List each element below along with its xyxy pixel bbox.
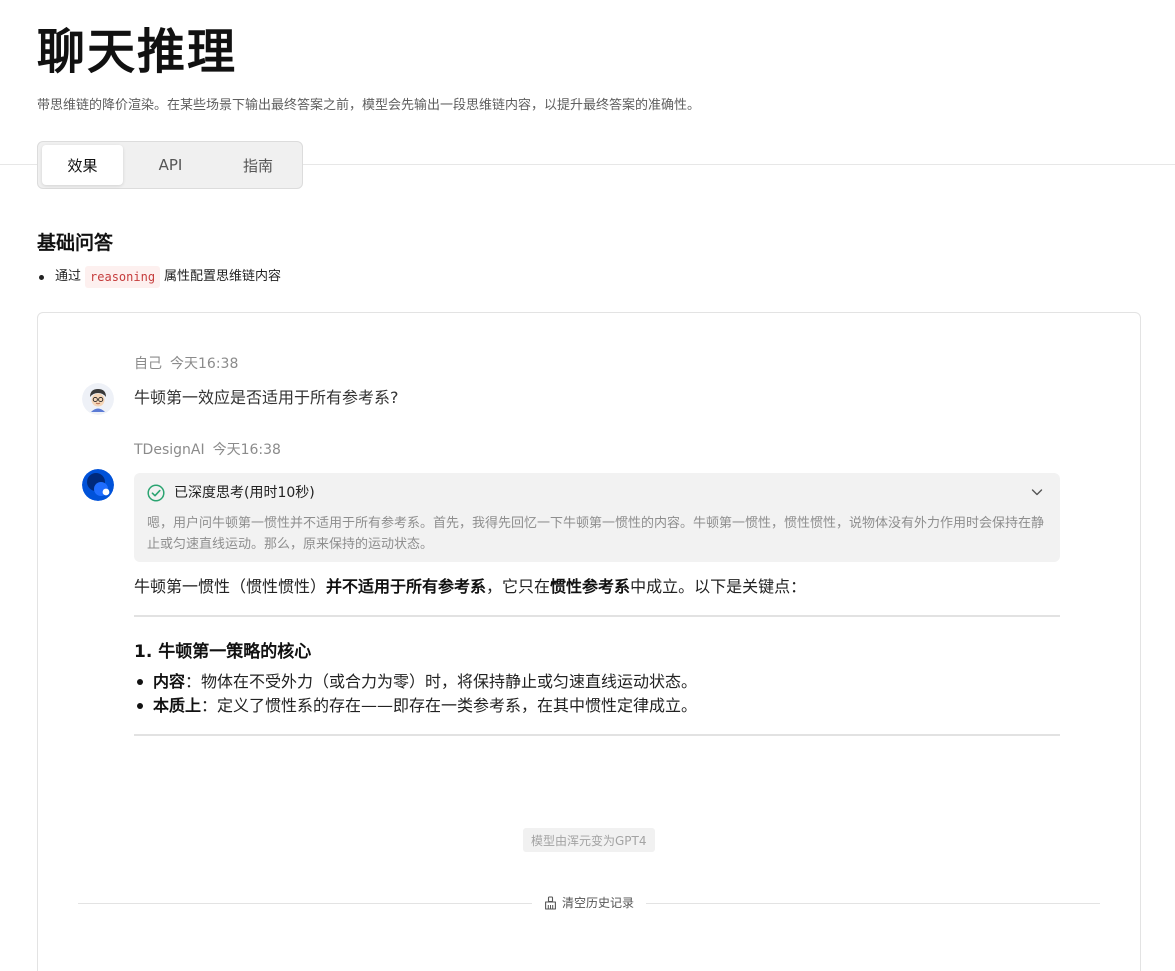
clear-history-label: 清空历史记录 [562, 896, 635, 910]
bullet-prefix: 通过 [55, 269, 82, 284]
broom-icon [545, 896, 556, 910]
user-message: 牛顿第一效应是否适用于所有参考系? [134, 388, 399, 407]
assistant-time: 今天16:38 [212, 442, 281, 458]
clear-divider-left [78, 903, 532, 904]
model-switch-notice: 模型由浑元变为GPT4 [523, 828, 655, 852]
reasoning-header[interactable]: 已深度思考(用时10秒) [147, 483, 315, 503]
user-time: 今天16:38 [170, 356, 239, 372]
page-description: 带思维链的降价渲染。在某些场景下输出最终答案之前，模型会先输出一段思维链内容，以… [37, 98, 701, 113]
answer-divider-bottom [134, 734, 1060, 736]
bullet-dot [39, 274, 44, 280]
bullet-dot [137, 703, 143, 709]
answer-point: 本质上 ：定义了惯性系的存在——即存在一类参考系，在其中惯性定律成立。 [134, 695, 697, 717]
user-name: 自己 [134, 356, 162, 372]
answer-lead-bold-2: 惯性参考系 [550, 577, 631, 596]
assistant-name: TDesignAI [134, 442, 205, 458]
tab-api[interactable]: API [123, 145, 218, 185]
section-title: 基础问答 [37, 232, 114, 254]
answer-point: 内容 ：物体在不受外力（或合力为零）时，将保持静止或匀速直线运动状态。 [134, 671, 697, 693]
answer-lead-part-1: 牛顿第一惯性（惯性惯性） [134, 577, 327, 596]
assistant-meta: TDesignAI 今天16:38 [134, 440, 281, 460]
answer-lead-part-3: 中成立。以下是关键点： [630, 577, 807, 596]
clear-history-button[interactable]: 清空历史记录 [544, 893, 634, 913]
page-title: 聊天推理 [37, 24, 238, 80]
assistant-avatar [82, 469, 114, 501]
answer-lead-part-2: ，它只在 [486, 577, 551, 596]
answer-point-text: ：定义了惯性系的存在——即存在一类参考系，在其中惯性定律成立。 [201, 696, 698, 715]
chevron-down-icon[interactable] [1030, 485, 1044, 499]
reasoning-panel: 已深度思考(用时10秒) 嗯，用户问牛顿第一惯性并不适用于所有参考系。首先，我得… [134, 473, 1060, 562]
tab-demo[interactable]: 效果 [42, 145, 123, 185]
answer-heading: 1. 牛顿第一策略的核心 [134, 642, 312, 662]
answer-lead-bold-1: 并不适用于所有参考系 [326, 577, 487, 596]
user-avatar [82, 383, 114, 415]
check-circle-icon [147, 484, 165, 502]
answer-point-text: ：物体在不受外力（或合力为零）时，将保持静止或匀速直线运动状态。 [185, 672, 698, 691]
answer-divider-top [134, 615, 1060, 617]
reasoning-status: 已深度思考(用时10秒) [174, 485, 315, 501]
page: 聊天推理 带思维链的降价渲染。在某些场景下输出最终答案之前，模型会先输出一段思维… [0, 0, 1175, 971]
bullet-suffix: 属性配置思维链内容 [164, 269, 282, 284]
answer-point-label: 内容 [153, 672, 186, 691]
section-bullet: 通过 reasoning 属性配置思维链内容 [37, 266, 281, 288]
answer-lead: 牛顿第一惯性（惯性惯性）并不适用于所有参考系，它只在惯性参考系中成立。以下是关键… [134, 576, 806, 598]
tab-guide[interactable]: 指南 [218, 145, 298, 185]
user-meta: 自己 今天16:38 [134, 354, 238, 374]
tab-bar: 效果 API 指南 [37, 141, 303, 189]
code-reasoning: reasoning [85, 266, 161, 288]
clear-divider-right [646, 903, 1100, 904]
reasoning-content: 嗯，用户问牛顿第一惯性并不适用于所有参考系。首先，我得先回忆一下牛顿第一惯性的内… [147, 516, 1045, 552]
bullet-dot [137, 679, 143, 685]
answer-point-label: 本质上 [153, 696, 202, 715]
